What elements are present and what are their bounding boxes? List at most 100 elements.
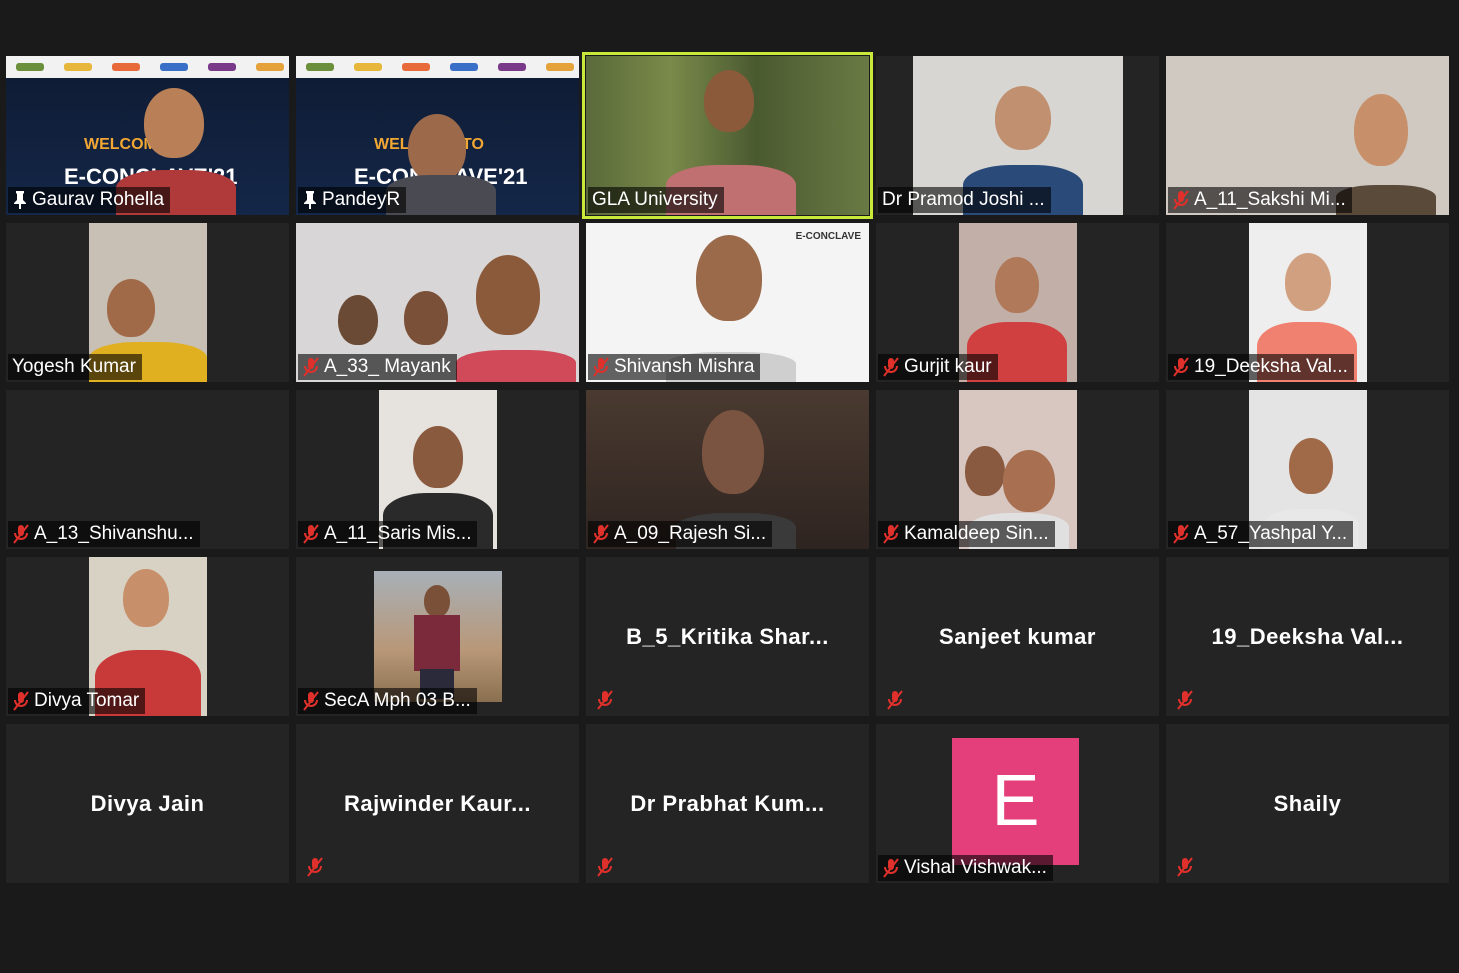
participant-tile[interactable]: Divya Jain bbox=[6, 724, 289, 883]
participant-avatar: E bbox=[952, 738, 1079, 865]
participant-name-bar: A_11_Sakshi Mi... bbox=[1168, 187, 1352, 213]
participant-tile[interactable]: Shaily bbox=[1166, 724, 1449, 883]
event-banner bbox=[6, 56, 289, 78]
participant-tile[interactable]: WELCOME TO E-CONCLAVE'21 PandeyR bbox=[296, 56, 579, 215]
participant-name: A_13_Shivanshu... bbox=[34, 523, 194, 544]
zoom-gallery-view: { "banner_brand": { "welcome": "WELCOME … bbox=[0, 0, 1459, 973]
person-head bbox=[1354, 94, 1408, 166]
participant-tile[interactable]: E-CONCLAVE Shivansh Mishra bbox=[586, 223, 869, 382]
microphone-muted-icon bbox=[306, 857, 324, 877]
participant-name: Gaurav Rohella bbox=[32, 189, 165, 210]
participant-tile[interactable]: B_5_Kritika Shar... bbox=[586, 557, 869, 716]
microphone-muted-icon bbox=[596, 857, 614, 877]
person-head bbox=[122, 569, 169, 627]
participant-name: Shivansh Mishra bbox=[614, 356, 755, 377]
participant-name-bar: Divya Tomar bbox=[8, 688, 146, 714]
participant-name: Sanjeet kumar bbox=[939, 623, 1096, 649]
participant-video bbox=[373, 571, 502, 702]
participant-tile[interactable]: Kamaldeep Sin... bbox=[876, 390, 1159, 549]
participant-name: Dr Pramod Joshi ... bbox=[882, 189, 1045, 210]
microphone-muted-icon bbox=[302, 524, 320, 544]
participant-tile[interactable]: A_09_Rajesh Si... bbox=[586, 390, 869, 549]
participant-tile[interactable]: A_57_Yashpal Y... bbox=[1166, 390, 1449, 549]
participant-name-bar: A_57_Yashpal Y... bbox=[1168, 521, 1354, 547]
participant-name-bar: PandeyR bbox=[298, 187, 407, 213]
microphone-muted-icon bbox=[1176, 857, 1194, 877]
person-head bbox=[144, 88, 204, 158]
person-head bbox=[1288, 438, 1333, 494]
microphone-muted-icon bbox=[592, 524, 610, 544]
participant-name-bar: Dr Pramod Joshi ... bbox=[878, 187, 1051, 213]
participant-name-bar: Gurjit kaur bbox=[878, 354, 998, 380]
participant-tile[interactable]: 19_Deeksha Val... bbox=[1166, 223, 1449, 382]
microphone-muted-icon bbox=[1176, 690, 1194, 710]
participant-name: Yogesh Kumar bbox=[12, 356, 136, 377]
participant-tile[interactable]: SecA Mph 03 B... bbox=[296, 557, 579, 716]
participant-name: A_33_ Mayank bbox=[324, 356, 451, 377]
participant-tile-active-speaker[interactable]: GLA University bbox=[582, 52, 873, 219]
participant-tile[interactable]: 19_Deeksha Val... bbox=[1166, 557, 1449, 716]
participant-tile[interactable]: WELCOME TO E-CONCLAVE'21 Gaurav Rohella bbox=[6, 56, 289, 215]
participant-name: Shaily bbox=[1273, 790, 1342, 816]
participant-name: A_09_Rajesh Si... bbox=[614, 523, 767, 544]
microphone-muted-icon bbox=[592, 357, 610, 377]
person-head bbox=[702, 410, 764, 494]
person-head bbox=[412, 426, 463, 488]
participant-tile[interactable]: Dr Prabhat Kum... bbox=[586, 724, 869, 883]
microphone-muted-icon bbox=[886, 690, 904, 710]
participant-tile[interactable]: Divya Tomar bbox=[6, 557, 289, 716]
participant-name-bar: Kamaldeep Sin... bbox=[878, 521, 1055, 547]
person-head bbox=[994, 86, 1051, 150]
participant-grid: WELCOME TO E-CONCLAVE'21 Gaurav Rohella … bbox=[6, 52, 1450, 888]
participant-tile[interactable]: A_13_Shivanshu... bbox=[6, 390, 289, 549]
participant-name-bar: GLA University bbox=[588, 187, 724, 213]
participant-name-bar: A_11_Saris Mis... bbox=[298, 521, 478, 547]
participant-name-bar: Yogesh Kumar bbox=[8, 354, 142, 380]
participant-name-bar: A_13_Shivanshu... bbox=[8, 521, 200, 547]
participant-name: Rajwinder Kaur... bbox=[344, 790, 531, 816]
participant-name: Vishal Vishwak... bbox=[904, 857, 1047, 878]
person-head bbox=[338, 295, 378, 345]
participant-name: GLA University bbox=[592, 189, 718, 210]
participant-name: SecA Mph 03 B... bbox=[324, 690, 471, 711]
participant-tile[interactable]: E Vishal Vishwak... bbox=[876, 724, 1159, 883]
participant-tile[interactable]: A_11_Saris Mis... bbox=[296, 390, 579, 549]
microphone-muted-icon bbox=[1172, 524, 1190, 544]
participant-name-bar: Vishal Vishwak... bbox=[878, 855, 1053, 881]
participant-tile[interactable]: Yogesh Kumar bbox=[6, 223, 289, 382]
microphone-muted-icon bbox=[12, 524, 30, 544]
participant-tile[interactable]: A_11_Sakshi Mi... bbox=[1166, 56, 1449, 215]
participant-name: 19_Deeksha Val... bbox=[1194, 356, 1348, 377]
participant-name: 19_Deeksha Val... bbox=[1211, 623, 1404, 649]
person-head bbox=[106, 279, 155, 337]
microphone-muted-icon bbox=[882, 524, 900, 544]
participant-tile[interactable]: A_33_ Mayank bbox=[296, 223, 579, 382]
participant-tile[interactable]: Dr Pramod Joshi ... bbox=[876, 56, 1159, 215]
participant-name: Divya Jain bbox=[90, 790, 205, 816]
participant-tile[interactable]: Rajwinder Kaur... bbox=[296, 724, 579, 883]
person-head bbox=[964, 446, 1005, 496]
participant-name-bar: SecA Mph 03 B... bbox=[298, 688, 477, 714]
person-head bbox=[704, 70, 754, 132]
participant-name: Divya Tomar bbox=[34, 690, 140, 711]
participant-tile[interactable]: Sanjeet kumar bbox=[876, 557, 1159, 716]
participant-name: A_11_Saris Mis... bbox=[324, 523, 472, 544]
participant-name: A_11_Sakshi Mi... bbox=[1194, 189, 1346, 210]
participant-name-bar: A_09_Rajesh Si... bbox=[588, 521, 773, 547]
participant-name-bar: Shivansh Mishra bbox=[588, 354, 761, 380]
participant-tile[interactable]: Gurjit kaur bbox=[876, 223, 1159, 382]
microphone-muted-icon bbox=[12, 691, 30, 711]
participant-name: B_5_Kritika Shar... bbox=[626, 623, 829, 649]
conclave-watermark: E-CONCLAVE bbox=[795, 231, 861, 242]
person-head bbox=[408, 114, 466, 182]
event-banner bbox=[296, 56, 579, 78]
microphone-muted-icon bbox=[1172, 190, 1190, 210]
microphone-muted-icon bbox=[882, 357, 900, 377]
participant-name: Gurjit kaur bbox=[904, 356, 992, 377]
pin-icon bbox=[12, 190, 28, 210]
microphone-muted-icon bbox=[302, 691, 320, 711]
person-head bbox=[994, 257, 1039, 313]
person-head bbox=[696, 235, 762, 321]
participant-name-bar: Gaurav Rohella bbox=[8, 187, 171, 213]
participant-name-bar: 19_Deeksha Val... bbox=[1168, 354, 1354, 380]
